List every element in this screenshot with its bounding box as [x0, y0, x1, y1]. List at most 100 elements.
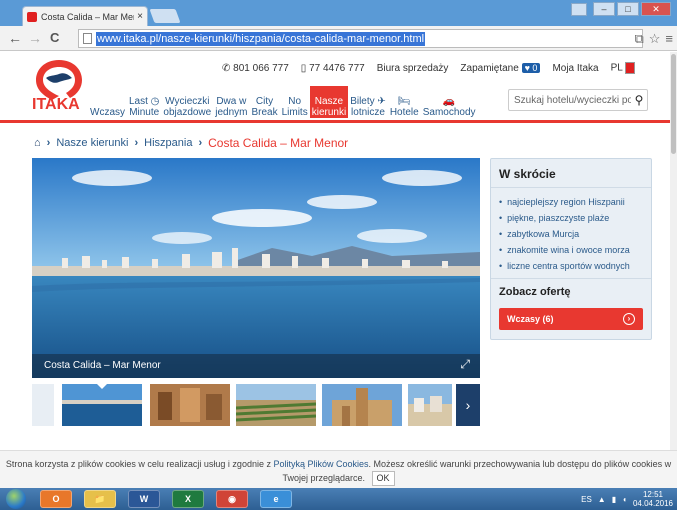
main-navigation: Wczasy Last ◷ Minute Wycieczki objazdowe Dwa …: [88, 86, 478, 118]
favicon-icon: [27, 11, 37, 22]
expand-icon[interactable]: ⤢: [460, 357, 470, 372]
nav-city-break[interactable]: City Break: [249, 86, 279, 118]
itaka-logo[interactable]: ITAKA: [30, 56, 88, 114]
chrome-taskbar-icon[interactable]: ◉: [216, 490, 248, 508]
tray-arrow-icon[interactable]: ▲: [598, 495, 606, 504]
forward-icon[interactable]: →: [28, 31, 42, 45]
nav-label-line2: Wczasy: [90, 107, 125, 118]
hero-caption: Costa Calida – Mar Menor: [32, 354, 480, 378]
nav-bilety-lotnicze[interactable]: Bilety ✈ lotnicze: [348, 86, 388, 118]
tab-close-icon[interactable]: ×: [137, 11, 143, 22]
search-placeholder: Szukaj hotelu/wycieczki po: [514, 94, 631, 106]
system-tray: ES ▲ ▮ ◖ 12:51 04.04.2016: [581, 488, 673, 510]
thumbnail-photo: [236, 384, 316, 426]
nav-label-line1: Dwa w: [216, 96, 247, 107]
summary-item: najcieplejszy region Hiszpanii: [499, 194, 643, 210]
nav-label-line2: objazdowe: [163, 107, 212, 118]
header-divider: [0, 120, 677, 123]
nav-wczasy[interactable]: Wczasy: [88, 86, 127, 118]
thumbnail-photo: [322, 384, 402, 426]
address-url[interactable]: www.itaka.pl/nasze-kierunki/hiszpania/co…: [96, 31, 426, 46]
nav-dwa-w-jednym[interactable]: Dwa w jednym: [213, 86, 249, 118]
cookie-text: Strona korzysta z plików cookies w celu …: [5, 459, 274, 469]
new-tab-button[interactable]: [149, 9, 181, 23]
network-icon[interactable]: ▮: [612, 495, 616, 504]
mobile-phone-link[interactable]: ▯ 77 4476 777: [301, 63, 365, 74]
nav-samochody[interactable]: 🚗 Samochody: [421, 86, 478, 118]
thumbnail-item[interactable]: [408, 384, 452, 426]
nav-hotele[interactable]: 🛏 Hotele: [388, 86, 421, 118]
thumbnail-item[interactable]: [32, 384, 54, 426]
bookmark-star-icon[interactable]: ☆: [649, 31, 661, 47]
hero-photo: [32, 158, 480, 378]
scrollbar-thumb[interactable]: [671, 54, 676, 154]
cookie-ok-button[interactable]: OK: [371, 471, 395, 486]
outlook-taskbar-icon[interactable]: O: [40, 490, 72, 508]
nav-wycieczki-objazdowe[interactable]: Wycieczki objazdowe: [161, 86, 213, 118]
tab-title: Costa Calida – Mar Meno: [41, 11, 135, 22]
user-profile-icon[interactable]: [571, 3, 587, 16]
saved-link[interactable]: Zapamiętane ♥ 0: [460, 62, 541, 74]
home-icon[interactable]: ⌂: [34, 137, 41, 149]
hero-gallery[interactable]: Costa Calida – Mar Menor ⤢: [32, 158, 480, 378]
back-icon[interactable]: ←: [8, 31, 22, 45]
maximize-button[interactable]: □: [617, 2, 639, 16]
breadcrumb: ⌂ › Nasze kierunki › Hiszpania › Costa C…: [34, 136, 348, 150]
word-taskbar-icon[interactable]: W: [128, 490, 160, 508]
thumbnail-item[interactable]: [322, 384, 402, 426]
nav-nasze-kierunki[interactable]: Nasze kierunki: [309, 86, 349, 118]
language-switch[interactable]: PL: [611, 62, 635, 74]
clock[interactable]: 12:51 04.04.2016: [633, 490, 673, 508]
summary-item: piękne, piaszczyste plaże: [499, 210, 643, 226]
breadcrumb-nasze-kierunki[interactable]: Nasze kierunki: [56, 137, 128, 149]
flag-icon: [624, 62, 635, 74]
summary-title: W skrócie: [491, 159, 651, 188]
nav-last-minute[interactable]: Last ◷ Minute: [127, 86, 161, 118]
thumbnail-item[interactable]: [236, 384, 316, 426]
summary-box: W skrócie najcieplejszy region Hiszpanii…: [490, 158, 652, 340]
heart-icon: ♥ 0: [521, 62, 541, 73]
cookie-banner: Strona korzysta z plików cookies w celu …: [0, 450, 677, 488]
page-icon: [83, 33, 92, 44]
logo-text: ITAKA: [32, 96, 80, 113]
minimize-button[interactable]: –: [593, 2, 615, 16]
phone-link[interactable]: ✆ 801 066 777: [222, 63, 289, 74]
web-page: ITAKA ✆ 801 066 777 ▯ 77 4476 777 Biura …: [0, 52, 677, 450]
language-indicator[interactable]: ES: [581, 495, 592, 504]
windows-taskbar: O 📁 W X ◉ e ES ▲ ▮ ◖ 12:51 04.04.2016: [0, 488, 677, 510]
sales-offices-link[interactable]: Biura sprzedaży: [377, 63, 449, 74]
nav-label-line2: Hotele: [389, 107, 419, 118]
nav-label-line2: jednym: [215, 107, 248, 118]
nav-label-line2: Samochody: [422, 107, 476, 118]
close-window-button[interactable]: ✕: [641, 2, 671, 16]
translate-icon[interactable]: ⧉: [634, 31, 643, 47]
start-button[interactable]: [6, 489, 26, 509]
ie-taskbar-icon[interactable]: e: [260, 490, 292, 508]
explorer-taskbar-icon[interactable]: 📁: [84, 490, 116, 508]
breadcrumb-hiszpania[interactable]: Hiszpania: [144, 137, 192, 149]
thumbnail-item[interactable]: [150, 384, 230, 426]
thumbnail-item[interactable]: [62, 384, 142, 426]
offer-heading: Zobacz ofertę: [491, 278, 651, 304]
thumbnail-next-button[interactable]: ›: [456, 384, 480, 426]
excel-taskbar-icon[interactable]: X: [172, 490, 204, 508]
nav-label-line1: 🚗: [442, 96, 456, 107]
my-itaka-link[interactable]: Moja Itaka: [552, 63, 598, 74]
summary-list: najcieplejszy region Hiszpanii piękne, p…: [491, 188, 651, 278]
thumbnail-photo: [408, 384, 452, 426]
reload-icon[interactable]: C: [50, 31, 59, 45]
volume-icon[interactable]: ◖: [622, 495, 627, 504]
browser-tab[interactable]: Costa Calida – Mar Meno ×: [22, 6, 148, 26]
nav-no-limits[interactable]: No Limits: [280, 86, 310, 118]
breadcrumb-separator: ›: [46, 137, 51, 149]
summary-item: zabytkowa Murcja: [499, 226, 643, 242]
cookie-policy-link[interactable]: Polityką Plików Cookies: [273, 459, 368, 469]
breadcrumb-separator: ›: [134, 137, 139, 149]
search-icon[interactable]: ⚲: [631, 93, 647, 107]
nav-label-line1: City: [255, 96, 274, 107]
wczasy-offer-button[interactable]: Wczasy (6) ›: [499, 308, 643, 330]
address-bar[interactable]: www.itaka.pl/nasze-kierunki/hiszpania/co…: [78, 29, 643, 48]
menu-icon[interactable]: ≡: [665, 31, 673, 47]
search-input[interactable]: Szukaj hotelu/wycieczki po ⚲: [508, 89, 648, 111]
page-scrollbar[interactable]: [670, 52, 677, 450]
